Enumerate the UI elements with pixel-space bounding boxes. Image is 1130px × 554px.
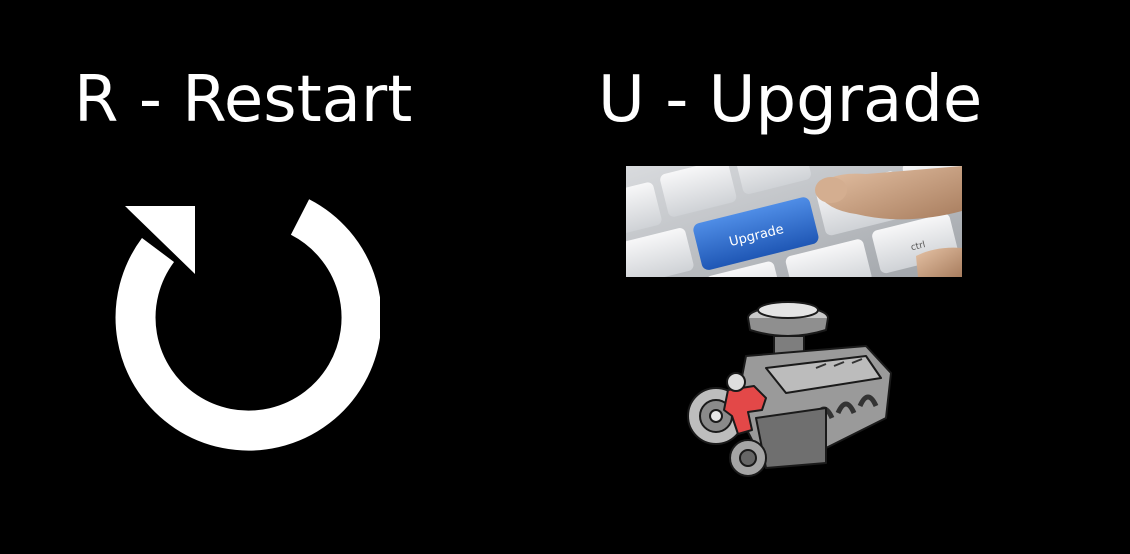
keyboard-upgrade-photo: Upgrade ctrl [626,166,962,277]
restart-icon [115,199,380,451]
restart-heading: R - Restart [74,63,413,137]
upgrade-heading: U - Upgrade [598,63,983,137]
engine-illustration [687,301,892,477]
